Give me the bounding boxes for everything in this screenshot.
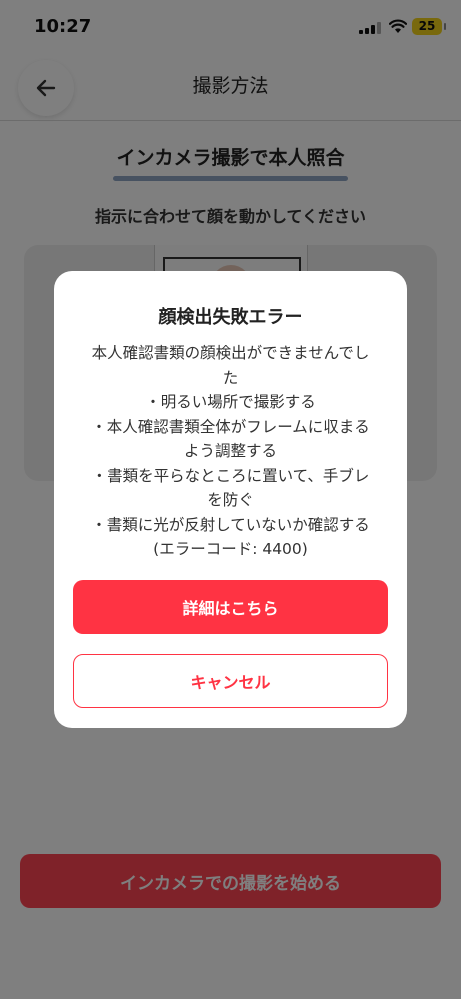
dialog-error-code: (エラーコード: 4400) bbox=[153, 540, 308, 558]
dialog-message-line: ・明るい場所で撮影する bbox=[145, 393, 316, 411]
dialog-message-line: ・書類を平らなところに置いて、手ブレ を防ぐ bbox=[91, 466, 370, 510]
details-button[interactable]: 詳細はこちら bbox=[73, 580, 388, 634]
dialog-message-line: ・本人確認書類全体がフレームに収まる よう調整する bbox=[91, 417, 370, 461]
error-dialog: 顔検出失敗エラー 本人確認書類の顔検出ができませんでし た ・明るい場所で撮影す… bbox=[54, 271, 407, 728]
screen: 10:27 25 撮影方法 インカメラ撮影で本人照合 指示に合わせて顔を動かして… bbox=[0, 0, 461, 999]
cancel-button[interactable]: キャンセル bbox=[73, 654, 388, 708]
dialog-message-line: ・書類に光が反射していないか確認する bbox=[91, 515, 370, 534]
dialog-message: 本人確認書類の顔検出ができませんでし た ・明るい場所で撮影する ・本人確認書類… bbox=[70, 341, 391, 562]
dialog-message-line: 本人確認書類の顔検出ができませんでし た bbox=[91, 344, 370, 387]
dialog-title: 顔検出失敗エラー bbox=[158, 307, 303, 328]
